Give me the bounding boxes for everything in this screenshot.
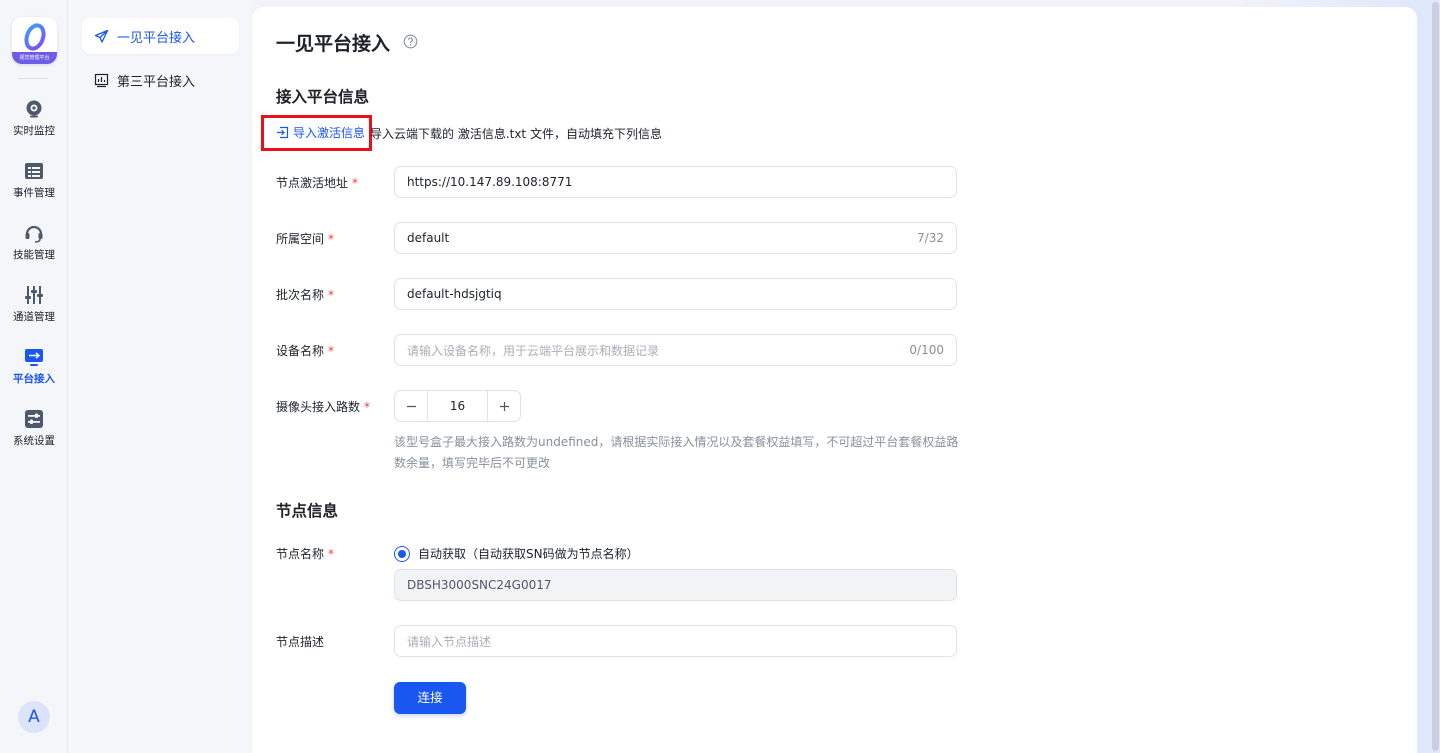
label-text: 所属空间 bbox=[276, 232, 325, 246]
minus-icon bbox=[406, 405, 416, 407]
activation-address-input[interactable]: https://10.147.89.108:8771 bbox=[394, 166, 957, 198]
rail-item-label: 技能管理 bbox=[13, 249, 55, 261]
form-label-space: 所属空间 * bbox=[276, 230, 334, 247]
rail-item-platform-access[interactable]: 平台接入 bbox=[0, 346, 68, 396]
section-title-access-info: 接入平台信息 bbox=[276, 88, 370, 106]
input-placeholder: 请输入节点描述 bbox=[407, 634, 492, 649]
settings-panel-icon bbox=[25, 410, 43, 428]
app-rail: 视觉管理平台 实时监控 事件管理 技能管理 通道管理 平台接入 系统设置 A bbox=[0, 0, 68, 753]
scrollbar[interactable] bbox=[1431, 0, 1440, 753]
increment-button[interactable] bbox=[488, 391, 520, 421]
radio-label: 自动获取（自动获取SN码做为节点名称） bbox=[418, 547, 639, 561]
form-label-node-desc: 节点描述 bbox=[276, 633, 324, 650]
rail-item-label: 通道管理 bbox=[13, 311, 55, 323]
subnav-item-label: 一见平台接入 bbox=[117, 30, 196, 46]
send-icon bbox=[94, 29, 109, 43]
rail-item-label: 事件管理 bbox=[13, 187, 55, 199]
rail-item-label: 系统设置 bbox=[13, 435, 55, 447]
input-value: default-hdsjgtiq bbox=[407, 287, 502, 301]
device-name-input[interactable]: 请输入设备名称，用于云端平台展示和数据记录 0/100 bbox=[394, 334, 957, 366]
rail-item-label: 实时监控 bbox=[13, 125, 55, 137]
decrement-button[interactable] bbox=[395, 391, 427, 421]
import-activation-label: 导入激活信息 bbox=[293, 126, 366, 140]
subnav-item-label: 第三平台接入 bbox=[117, 74, 196, 90]
avatar[interactable]: A bbox=[18, 701, 50, 733]
required-mark: * bbox=[352, 176, 359, 190]
input-value: https://10.147.89.108:8771 bbox=[407, 175, 573, 189]
connect-button[interactable]: 连接 bbox=[394, 682, 466, 714]
node-name-input: DBSH3000SNC24G0017 bbox=[394, 569, 957, 601]
form-label-activation-address: 节点激活地址 * bbox=[276, 174, 358, 191]
space-input[interactable]: default 7/32 bbox=[394, 222, 957, 254]
monitor-arrow-icon bbox=[25, 349, 43, 366]
rail-item-skill-management[interactable]: 技能管理 bbox=[0, 222, 68, 272]
input-placeholder: 请输入设备名称，用于云端平台展示和数据记录 bbox=[407, 343, 660, 358]
required-mark: * bbox=[328, 232, 335, 246]
batch-name-input[interactable]: default-hdsjgtiq bbox=[394, 278, 957, 310]
scrollbar-thumb[interactable] bbox=[1432, 2, 1439, 751]
plus-icon bbox=[499, 401, 509, 411]
list-icon bbox=[25, 163, 43, 179]
form-label-batch-name: 批次名称 * bbox=[276, 286, 334, 303]
rail-divider bbox=[18, 78, 48, 79]
node-description-input[interactable]: 请输入节点描述 bbox=[394, 625, 957, 657]
headset-icon bbox=[25, 225, 43, 243]
import-activation-button[interactable]: 导入激活信息 bbox=[276, 124, 365, 141]
import-description: 导入云端下载的 激活信息.txt 文件，自动填充下列信息 bbox=[370, 127, 662, 141]
required-mark: * bbox=[328, 547, 335, 561]
form-label-node-name: 节点名称 * bbox=[276, 545, 334, 562]
label-text: 设备名称 bbox=[276, 344, 325, 358]
app-logo[interactable]: 视觉管理平台 bbox=[12, 17, 57, 64]
label-text: 摄像头接入路数 bbox=[276, 400, 361, 414]
radio-dot bbox=[394, 545, 410, 562]
subnav-item-yijian-access[interactable]: 一见平台接入 bbox=[82, 18, 239, 54]
sliders-icon bbox=[25, 286, 43, 304]
logo-text: 视觉管理平台 bbox=[12, 52, 57, 64]
logo-mark-icon bbox=[24, 23, 46, 51]
label-text: 批次名称 bbox=[276, 288, 325, 302]
camera-channels-stepper[interactable]: 16 bbox=[394, 390, 521, 422]
required-mark: * bbox=[328, 288, 335, 302]
rail-item-system-settings[interactable]: 系统设置 bbox=[0, 408, 68, 458]
label-text: 节点激活地址 bbox=[276, 176, 349, 190]
input-value: DBSH3000SNC24G0017 bbox=[407, 578, 552, 592]
rail-item-label: 平台接入 bbox=[13, 373, 55, 385]
sub-navigation: 一见平台接入 第三平台接入 bbox=[69, 0, 251, 753]
input-value: default bbox=[407, 231, 450, 245]
subnav-item-third-party-access[interactable]: 第三平台接入 bbox=[82, 62, 239, 98]
rail-item-channel-management[interactable]: 通道管理 bbox=[0, 284, 68, 334]
label-text: 节点名称 bbox=[276, 547, 325, 561]
auto-fetch-radio[interactable]: 自动获取（自动获取SN码做为节点名称） bbox=[394, 545, 639, 562]
form-label-camera-channels: 摄像头接入路数 * bbox=[276, 398, 370, 415]
page-title: 一见平台接入 bbox=[276, 33, 391, 55]
section-title-node-info: 节点信息 bbox=[276, 502, 339, 520]
stepper-value[interactable]: 16 bbox=[427, 391, 488, 421]
char-count: 7/32 bbox=[917, 231, 944, 245]
camera-channels-hint: 该型号盒子最大接入路数为undefined，请根据实际接入情况以及套餐权益填写，… bbox=[394, 435, 959, 470]
label-text: 节点描述 bbox=[276, 635, 325, 649]
required-mark: * bbox=[328, 344, 335, 358]
rail-item-realtime-monitor[interactable]: 实时监控 bbox=[0, 98, 68, 148]
import-icon bbox=[277, 126, 289, 139]
camera-icon bbox=[26, 100, 42, 118]
chart-icon bbox=[94, 73, 109, 87]
form-label-device-name: 设备名称 * bbox=[276, 342, 334, 359]
rail-item-event-management[interactable]: 事件管理 bbox=[0, 160, 68, 210]
char-count: 0/100 bbox=[909, 343, 944, 357]
required-mark: * bbox=[364, 400, 371, 414]
help-icon[interactable] bbox=[403, 34, 418, 49]
